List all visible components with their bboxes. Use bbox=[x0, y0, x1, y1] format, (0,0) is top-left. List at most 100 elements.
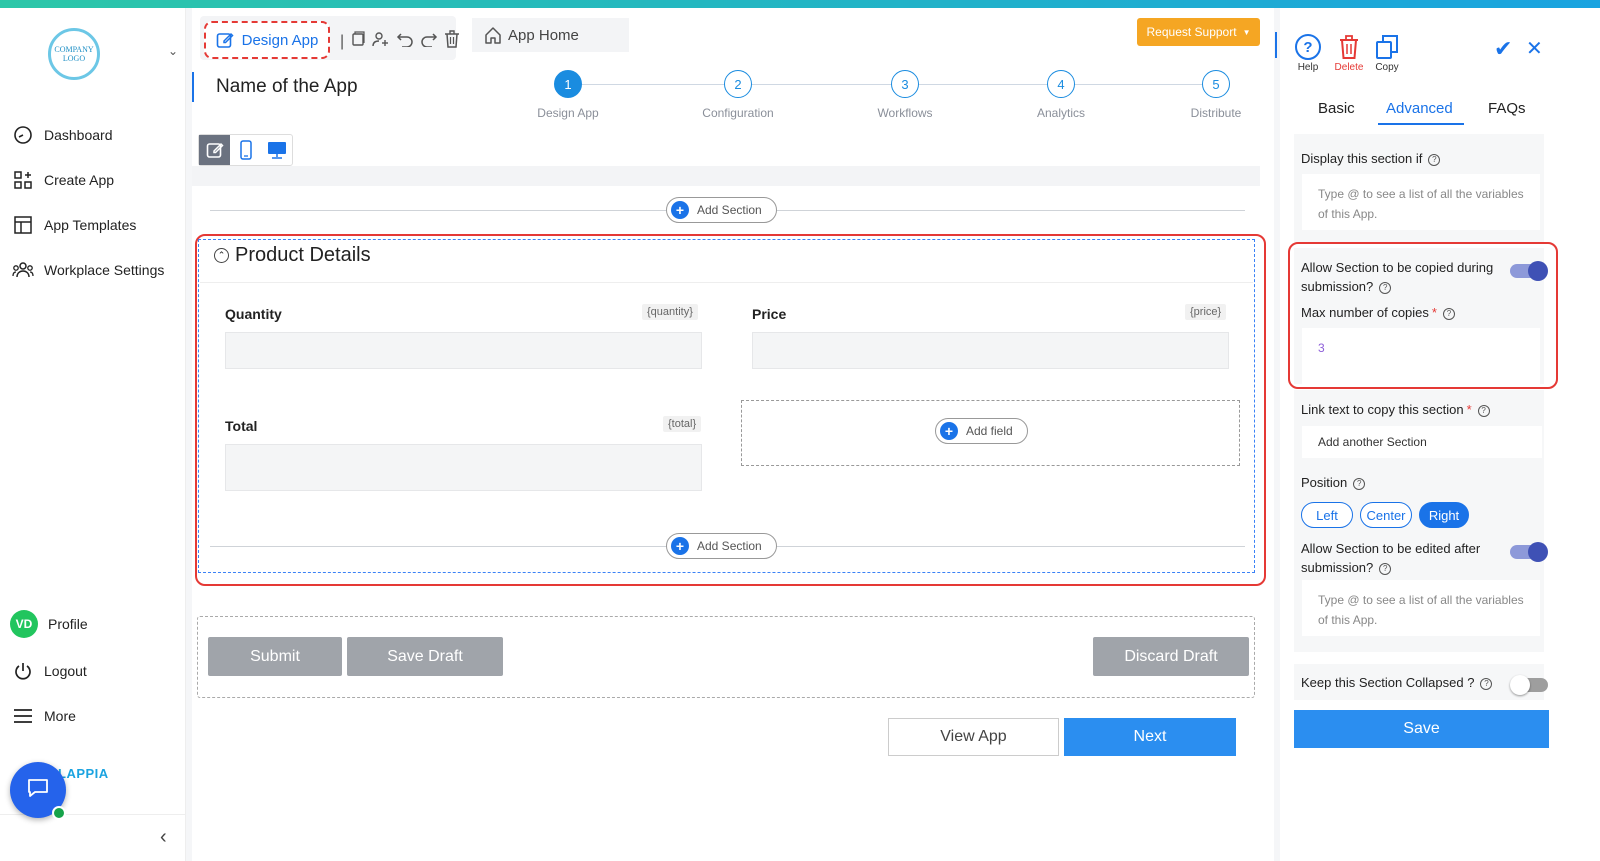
discard-draft-label: Discard Draft bbox=[1124, 647, 1218, 665]
step-configuration[interactable]: 2 Configuration bbox=[688, 70, 788, 120]
tab-basic[interactable]: Basic bbox=[1318, 100, 1355, 117]
tab-faqs[interactable]: FAQs bbox=[1488, 100, 1526, 117]
allow-edit-condition-input[interactable]: Type @ to see a list of all the variable… bbox=[1302, 580, 1540, 636]
users-icon bbox=[12, 259, 34, 281]
tab-advanced[interactable]: Advanced bbox=[1386, 100, 1453, 117]
trash-icon[interactable] bbox=[444, 30, 460, 53]
close-icon[interactable]: ✕ bbox=[1526, 36, 1543, 61]
section-header[interactable]: ⌃ Product Details bbox=[214, 244, 371, 267]
help-icon[interactable]: ? bbox=[1480, 677, 1493, 690]
total-input[interactable] bbox=[225, 444, 702, 491]
add-section-button[interactable]: + Add Section bbox=[666, 197, 777, 223]
chat-bubble-icon bbox=[26, 777, 50, 804]
app-name-title: Name of the App bbox=[216, 76, 358, 97]
max-copies-label: Max number of copies *? bbox=[1301, 303, 1455, 322]
desktop-preview-icon[interactable] bbox=[261, 135, 292, 165]
required-marker: * bbox=[1466, 402, 1472, 417]
next-button[interactable]: Next bbox=[1064, 718, 1236, 756]
section-title-divider bbox=[200, 282, 1253, 283]
mobile-preview-icon[interactable] bbox=[230, 135, 261, 165]
copy-button[interactable]: Copy bbox=[1367, 32, 1407, 73]
plus-icon: + bbox=[671, 537, 689, 555]
link-text-input[interactable]: Add another Section bbox=[1302, 426, 1542, 458]
view-app-button[interactable]: View App bbox=[888, 718, 1059, 756]
edit-mode-icon[interactable] bbox=[199, 135, 230, 165]
tab-app-home[interactable]: App Home bbox=[472, 18, 629, 52]
step-number: 3 bbox=[891, 70, 919, 98]
copy-label: Copy bbox=[1375, 62, 1399, 73]
help-icon[interactable]: ? bbox=[1353, 477, 1366, 490]
keep-collapsed-toggle[interactable] bbox=[1510, 675, 1548, 695]
copy-icon bbox=[1367, 32, 1407, 62]
design-toolbar: Design App | bbox=[200, 16, 460, 60]
app-name-accent bbox=[192, 72, 194, 102]
active-tab-indicator bbox=[1378, 123, 1464, 125]
display-if-input[interactable]: Type @ to see a list of all the variable… bbox=[1302, 174, 1540, 230]
design-app-button[interactable]: Design App bbox=[204, 21, 330, 59]
step-analytics[interactable]: 4 Analytics bbox=[1011, 70, 1111, 120]
position-right-button[interactable]: Right bbox=[1419, 502, 1469, 528]
help-icon[interactable]: ? bbox=[1442, 307, 1455, 320]
sidebar-item-more[interactable]: More bbox=[12, 705, 76, 727]
add-field-button[interactable]: + Add field bbox=[935, 418, 1028, 444]
help-icon[interactable]: ? bbox=[1428, 153, 1441, 166]
add-section-label: Add Section bbox=[697, 203, 762, 217]
help-icon[interactable]: ? bbox=[1379, 281, 1392, 294]
undo-icon[interactable] bbox=[396, 31, 414, 52]
sidebar-item-create-app[interactable]: Create App bbox=[12, 169, 114, 191]
collapse-sidebar-icon[interactable]: ‹ bbox=[160, 826, 167, 849]
add-user-icon[interactable] bbox=[372, 31, 390, 52]
collapse-toggle-icon[interactable]: ⌃ bbox=[214, 248, 229, 263]
step-number: 1 bbox=[554, 70, 582, 98]
quantity-input[interactable] bbox=[225, 332, 702, 369]
step-distribute[interactable]: 5 Distribute bbox=[1166, 70, 1266, 120]
plus-icon: + bbox=[940, 422, 958, 440]
add-field-label: Add field bbox=[966, 424, 1013, 438]
add-section-button[interactable]: + Add Section bbox=[666, 533, 777, 559]
link-text-text: Link text to copy this section bbox=[1301, 402, 1464, 417]
step-label: Distribute bbox=[1190, 106, 1242, 120]
redo-icon[interactable] bbox=[420, 31, 438, 52]
field-label-price: Price bbox=[752, 306, 787, 322]
sidebar-item-logout[interactable]: Logout bbox=[12, 660, 87, 682]
step-design-app[interactable]: 1 Design App bbox=[518, 70, 618, 120]
help-label: Help bbox=[1297, 62, 1319, 73]
submit-button[interactable]: Submit bbox=[208, 637, 342, 676]
link-text-label: Link text to copy this section *? bbox=[1301, 400, 1490, 419]
max-copies-input[interactable]: 3 bbox=[1302, 328, 1540, 384]
chevron-down-icon[interactable]: ⌄ bbox=[168, 44, 178, 58]
delete-button[interactable]: Delete bbox=[1329, 32, 1369, 73]
discard-draft-button[interactable]: Discard Draft bbox=[1093, 637, 1249, 676]
help-icon[interactable]: ? bbox=[1477, 404, 1490, 417]
display-if-label: Display this section if? bbox=[1301, 149, 1441, 168]
next-label: Next bbox=[1133, 728, 1167, 745]
help-icon[interactable]: ? bbox=[1379, 562, 1392, 575]
position-left-button[interactable]: Left bbox=[1301, 502, 1353, 528]
brand-name: LAPPIA bbox=[58, 766, 109, 781]
app-home-label: App Home bbox=[508, 26, 579, 44]
sidebar-item-profile[interactable]: VD Profile bbox=[10, 610, 88, 638]
sidebar-item-workplace-settings[interactable]: Workplace Settings bbox=[12, 259, 164, 281]
power-icon bbox=[12, 660, 34, 682]
sidebar-item-dashboard[interactable]: Dashboard bbox=[12, 124, 113, 146]
save-button[interactable]: Save bbox=[1294, 710, 1549, 748]
duplicate-icon[interactable] bbox=[350, 31, 366, 52]
step-workflows[interactable]: 3 Workflows bbox=[855, 70, 955, 120]
allow-copy-toggle[interactable] bbox=[1510, 261, 1548, 281]
keep-collapsed-label: Keep this Section Collapsed ?? bbox=[1301, 673, 1493, 692]
request-support-button[interactable]: Request Support ▼ bbox=[1137, 18, 1260, 46]
design-app-label: Design App bbox=[241, 31, 319, 49]
checkmark-icon[interactable]: ✔ bbox=[1494, 36, 1512, 62]
sidebar-item-label: App Templates bbox=[44, 217, 137, 233]
templates-icon bbox=[12, 214, 34, 236]
price-input[interactable] bbox=[752, 332, 1229, 369]
position-center-button[interactable]: Center bbox=[1360, 502, 1412, 528]
sidebar-item-app-templates[interactable]: App Templates bbox=[12, 214, 136, 236]
canvas-top-band bbox=[192, 166, 1260, 186]
section-properties-panel: ? Help Delete Copy ✔ ✕ Basic Advanced FA… bbox=[1275, 8, 1600, 861]
allow-copy-label: Allow Section to be copied during submis… bbox=[1301, 258, 1511, 296]
submit-label: Submit bbox=[250, 647, 300, 665]
help-button[interactable]: ? Help bbox=[1288, 32, 1328, 73]
allow-edit-toggle[interactable] bbox=[1510, 542, 1548, 562]
save-draft-button[interactable]: Save Draft bbox=[347, 637, 503, 676]
